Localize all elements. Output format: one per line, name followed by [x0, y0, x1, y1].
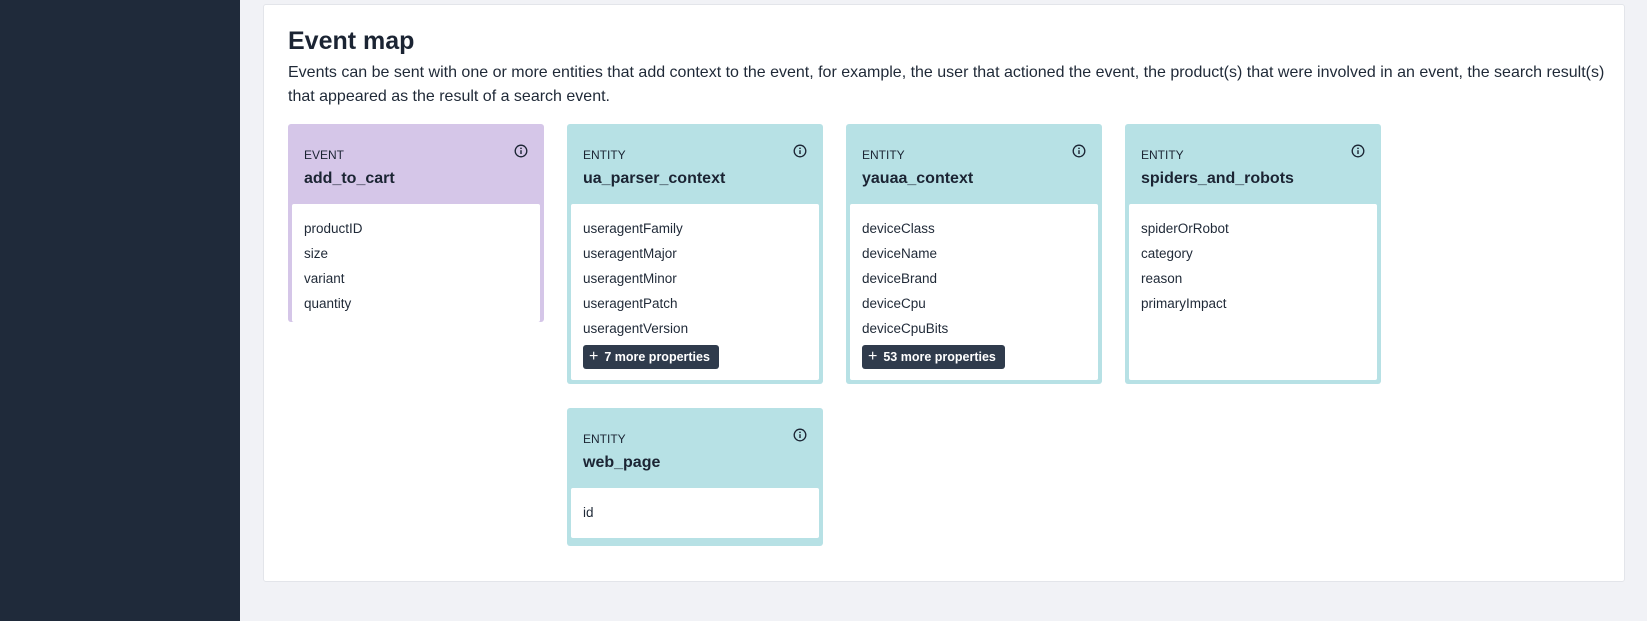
- card-name: web_page: [583, 454, 661, 471]
- card-properties: deviceClass deviceName deviceBrand devic…: [850, 204, 1098, 380]
- plus-icon: +: [589, 348, 599, 365]
- info-icon[interactable]: [793, 428, 807, 442]
- card-properties: spiderOrRobot category reason primaryImp…: [1129, 204, 1377, 380]
- card-kind-label: ENTITY: [583, 148, 626, 162]
- property-item: useragentMajor: [583, 246, 677, 261]
- property-item: useragentVersion: [583, 321, 689, 336]
- property-item: deviceBrand: [862, 271, 938, 286]
- property-item: reason: [1141, 271, 1183, 286]
- property-item: id: [583, 505, 594, 520]
- property-item: useragentFamily: [583, 221, 683, 236]
- property-item: productID: [304, 221, 363, 236]
- property-item: quantity: [304, 296, 352, 311]
- property-item: spiderOrRobot: [1141, 221, 1229, 236]
- page-title: Event map: [288, 27, 415, 55]
- card-name: ua_parser_context: [583, 170, 726, 187]
- card-header: ENTITY yauaa_context: [850, 128, 1098, 204]
- event-map-description: Events can be sent with one or more enti…: [288, 64, 1605, 105]
- event-map-panel: Event map Events can be sent with one or…: [263, 4, 1625, 582]
- card-name: add_to_cart: [304, 170, 395, 187]
- info-icon[interactable]: [1351, 144, 1365, 158]
- property-item: size: [304, 246, 329, 261]
- entity-card-web-page[interactable]: ENTITY web_page id: [567, 408, 823, 546]
- card-name: spiders_and_robots: [1141, 170, 1294, 187]
- card-kind-label: ENTITY: [1141, 148, 1184, 162]
- entity-card-yauaa-context[interactable]: ENTITY yauaa_context deviceClass deviceN…: [846, 124, 1102, 384]
- property-item: useragentMinor: [583, 271, 677, 286]
- property-item: deviceCpu: [862, 296, 926, 311]
- card-kind-label: EVENT: [304, 148, 345, 162]
- event-card-add-to-cart[interactable]: EVENT add_to_cart productID size variant…: [288, 124, 544, 322]
- property-item: variant: [304, 271, 345, 286]
- info-icon[interactable]: [1072, 144, 1086, 158]
- property-item: deviceClass: [862, 221, 935, 236]
- card-header: ENTITY ua_parser_context: [571, 128, 819, 204]
- info-icon[interactable]: [514, 144, 528, 158]
- property-item: deviceName: [862, 246, 938, 261]
- more-properties-label: 7 more properties: [604, 350, 710, 364]
- entity-card-ua-parser-context[interactable]: ENTITY ua_parser_context useragentFamily…: [567, 124, 823, 384]
- plus-icon: +: [868, 348, 878, 365]
- card-properties: useragentFamily useragentMajor useragent…: [571, 204, 819, 380]
- sidebar: [0, 0, 240, 621]
- card-kind-label: ENTITY: [862, 148, 905, 162]
- card-properties: id: [571, 488, 819, 538]
- card-header: EVENT add_to_cart: [292, 128, 540, 204]
- property-item: useragentPatch: [583, 296, 678, 311]
- info-icon[interactable]: [793, 144, 807, 158]
- more-properties-label: 53 more properties: [883, 350, 996, 364]
- card-kind-label: ENTITY: [583, 432, 626, 446]
- property-item: primaryImpact: [1141, 296, 1227, 311]
- card-properties: productID size variant quantity: [292, 204, 540, 322]
- card-name: yauaa_context: [862, 170, 974, 187]
- more-properties-button[interactable]: + 7 more properties: [583, 345, 719, 369]
- property-item: deviceCpuBits: [862, 321, 949, 336]
- more-properties-button[interactable]: + 53 more properties: [862, 345, 1005, 369]
- card-header: ENTITY web_page: [571, 412, 819, 488]
- property-item: category: [1141, 246, 1193, 261]
- entity-card-spiders-and-robots[interactable]: ENTITY spiders_and_robots spiderOrRobot …: [1125, 124, 1381, 384]
- card-header: ENTITY spiders_and_robots: [1129, 128, 1377, 204]
